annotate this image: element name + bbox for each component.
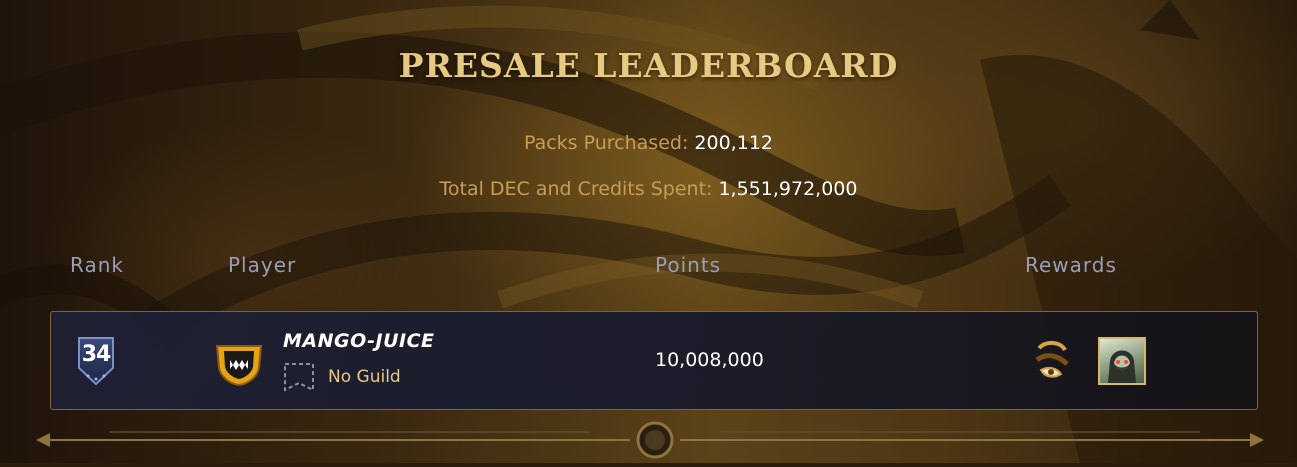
player-points: 10,008,000 [655, 349, 764, 371]
rank-badge: 34 [73, 334, 119, 390]
ornamental-divider [30, 420, 1270, 463]
leaderboard-row[interactable]: 34 MANGO-JUICE No Guild 10,008,000 [50, 311, 1258, 410]
packs-purchased-label: Packs Purchased: [523, 132, 689, 154]
player-name[interactable]: MANGO-JUICE [283, 330, 435, 352]
page-title: PRESALE LEADERBOARD [398, 46, 899, 85]
column-header-player: Player [228, 253, 297, 277]
guild-name: No Guild [328, 367, 401, 387]
packs-purchased-stat: Packs Purchased: 200,112 [0, 132, 1297, 154]
column-header-rewards: Rewards [1025, 253, 1117, 277]
column-header-points: Points [655, 253, 722, 277]
rank-number: 34 [81, 342, 112, 367]
packs-purchased-value: 200,112 [694, 132, 773, 154]
scroll-reward-icon[interactable] [1031, 336, 1073, 386]
hooded-character-card-icon[interactable] [1098, 337, 1146, 385]
total-spent-stat: Total DEC and Credits Spent: 1,551,972,0… [0, 178, 1297, 200]
column-header-rank: Rank [70, 253, 124, 277]
total-spent-value: 1,551,972,000 [718, 178, 858, 200]
total-spent-label: Total DEC and Credits Spent: [439, 178, 713, 200]
guild-banner-icon [283, 362, 315, 392]
fanged-monster-shield-icon [213, 340, 265, 387]
